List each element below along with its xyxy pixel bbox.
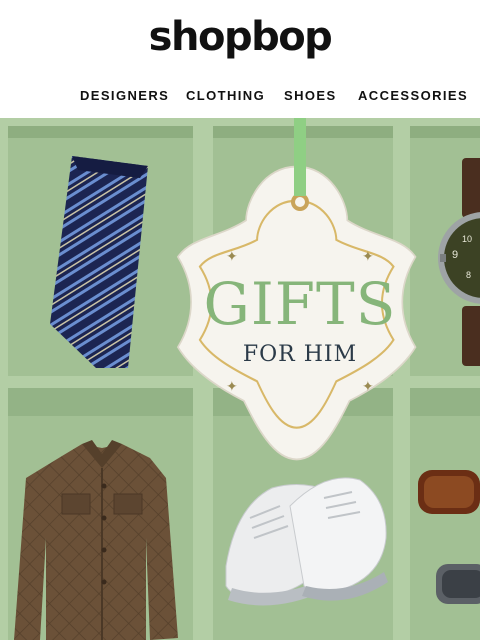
- svg-text:9: 9: [452, 249, 458, 261]
- sparkle-icon: ✦: [362, 378, 374, 394]
- sparkle-icon: ✦: [226, 378, 238, 394]
- svg-text:10: 10: [462, 234, 472, 244]
- tag-headline: GIFTS: [203, 270, 397, 338]
- gifts-for-him-banner[interactable]: 9 10 8 ✦ ✦ ✦ ✦ GIFTS FOR HIM: [0, 118, 480, 640]
- nav-item-accessories[interactable]: ACCESSORIES: [358, 88, 468, 103]
- shopbop-logo[interactable]: shopbop: [0, 14, 480, 60]
- tag-subline: FOR HIM: [242, 342, 358, 367]
- nav-item-clothing[interactable]: CLOTHING: [186, 88, 265, 103]
- sparkle-icon: ✦: [362, 248, 374, 264]
- nav-item-shoes[interactable]: SHOES: [284, 88, 337, 103]
- site-header: shopbop DESIGNERS CLOTHING SHOES ACCESSO…: [0, 0, 480, 118]
- main-nav: DESIGNERS CLOTHING SHOES ACCESSORIES: [0, 88, 480, 108]
- sparkle-icon: ✦: [226, 248, 238, 264]
- svg-text:8: 8: [466, 270, 471, 280]
- gift-box-illustration: 9 10 8: [0, 118, 480, 640]
- nav-item-designers[interactable]: DESIGNERS: [80, 88, 169, 103]
